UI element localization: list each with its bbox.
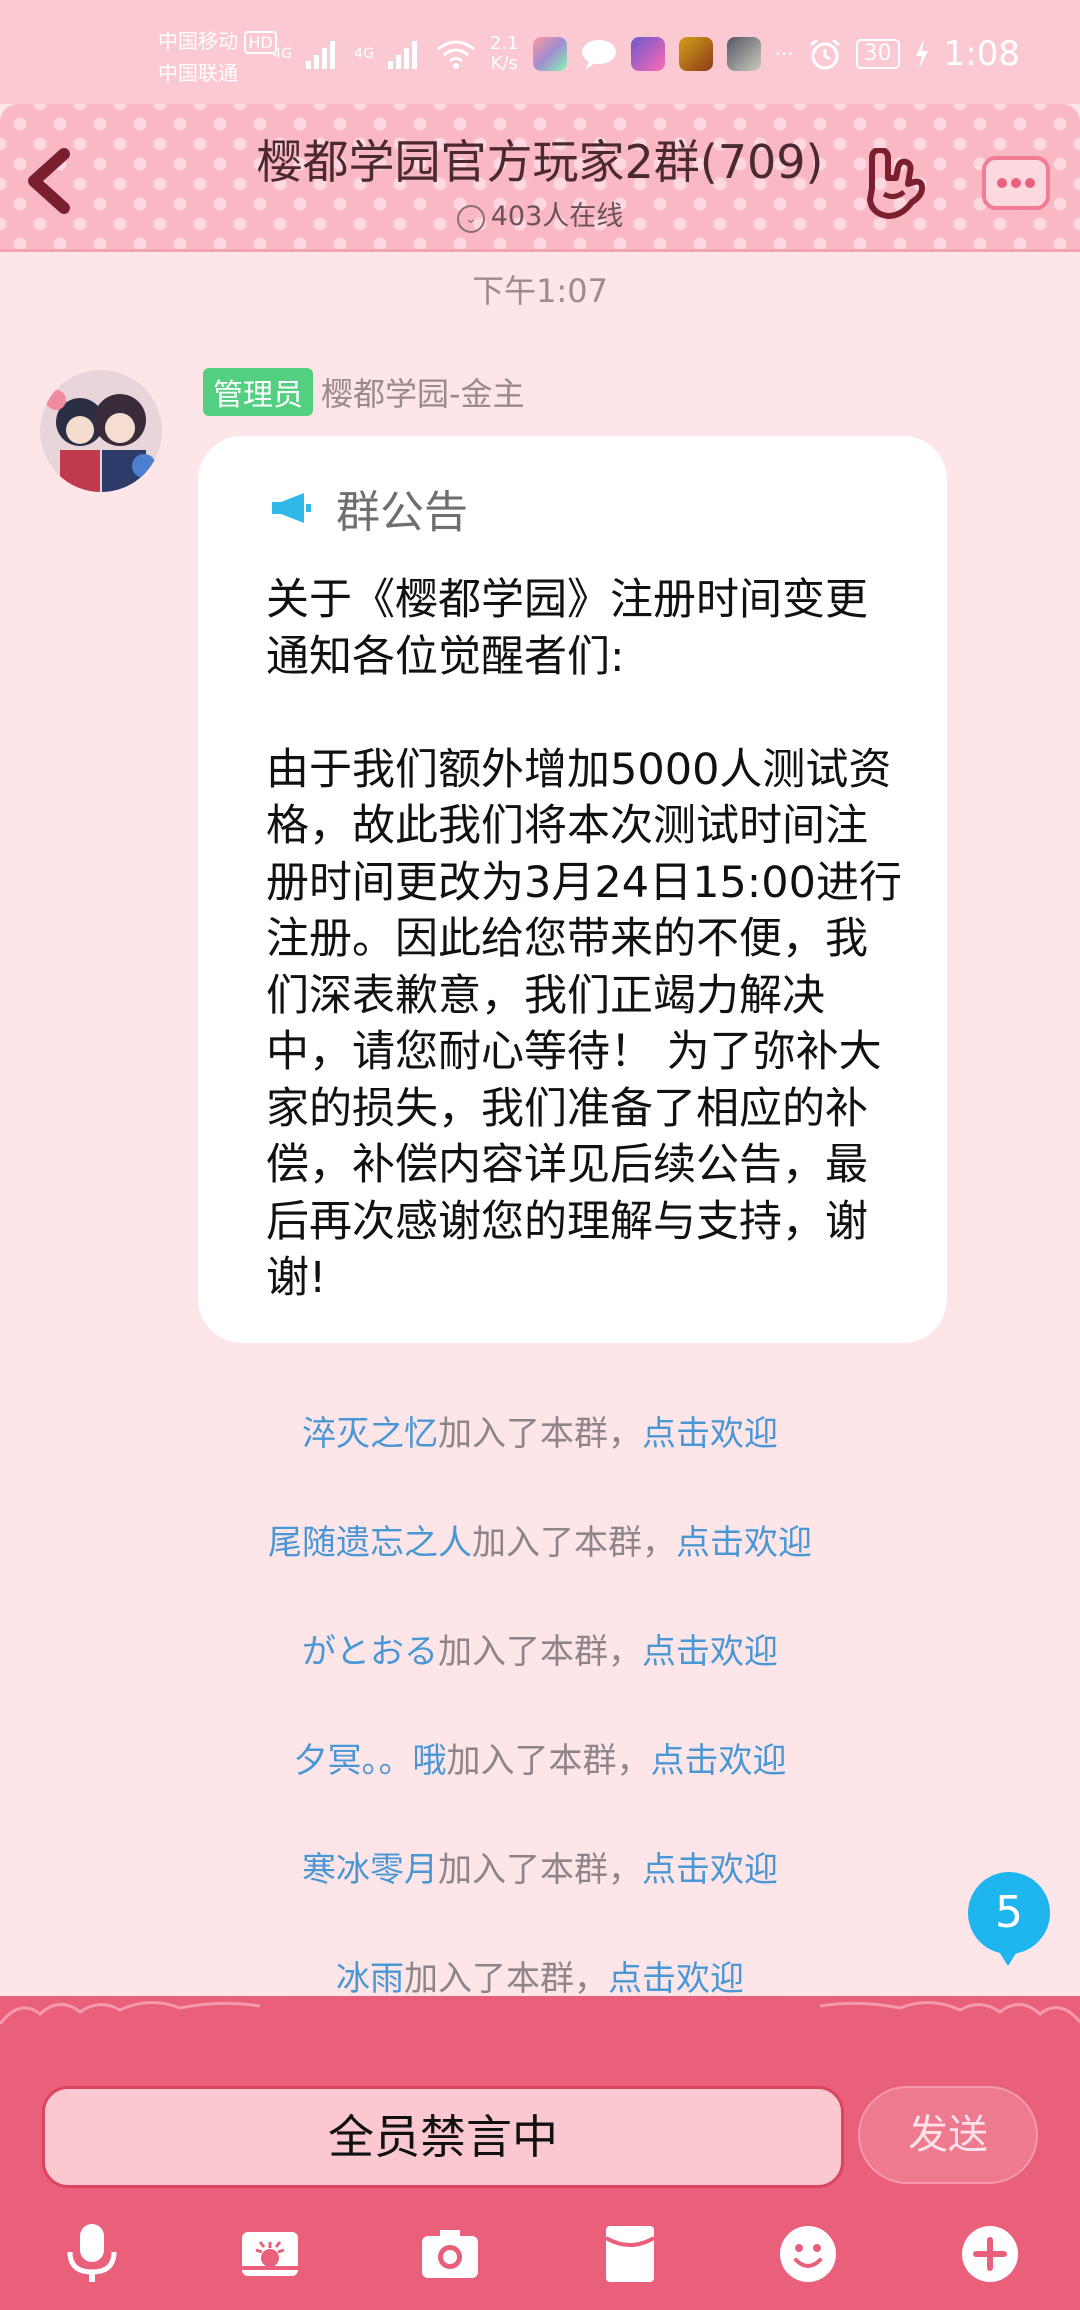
join-text: 加入了本群，	[472, 1523, 676, 1563]
join-notice: 淬灭之忆加入了本群，点击欢迎	[0, 1406, 1080, 1455]
new-member-name[interactable]: 尾随遗忘之人	[268, 1523, 472, 1563]
plus-icon[interactable]	[960, 2222, 1020, 2286]
signal-2-icon	[387, 41, 417, 69]
carrier-info: 中国移动 HD 中国联通	[158, 26, 277, 88]
join-text: 加入了本群，	[438, 1850, 642, 1890]
join-notice: 寒冰零月加入了本群，点击欢迎	[0, 1842, 1080, 1891]
unread-count-badge[interactable]: 5	[968, 1872, 1050, 1966]
game-app-3-icon	[726, 37, 761, 71]
emoji-icon[interactable]	[778, 2222, 838, 2286]
chat-bubble-icon	[581, 40, 616, 69]
game-app-1-icon	[630, 37, 665, 71]
camera-icon[interactable]	[420, 2222, 480, 2286]
carrier-2: 中国联通	[158, 61, 238, 85]
send-button[interactable]: 发送	[858, 2086, 1038, 2184]
net-speed: 2.1 K/s	[489, 33, 519, 74]
welcome-link[interactable]: 点击欢迎	[651, 1741, 787, 1781]
group-menu-icon[interactable]	[980, 152, 1052, 214]
battery-level: 30	[855, 39, 900, 69]
network-1-label: 4G	[272, 46, 293, 62]
cloud-border	[0, 1997, 1080, 2060]
sender-avatar[interactable]	[40, 370, 162, 492]
new-member-name[interactable]: 夕冥。。哦	[294, 1741, 447, 1781]
carrier-1: 中国移动	[158, 29, 238, 53]
sender-name[interactable]: 樱都学园-金主	[321, 369, 525, 415]
charging-icon	[915, 39, 928, 69]
chevron-down-icon: ⌄	[456, 205, 485, 233]
welcome-link[interactable]: 点击欢迎	[642, 1632, 778, 1672]
chat-header: 樱都学园官方玩家2群(709) ⌄ 403人在线	[0, 104, 1080, 252]
new-member-name[interactable]: がとおる	[302, 1632, 438, 1672]
wifi-icon	[437, 40, 475, 69]
join-notice: がとおる加入了本群，点击欢迎	[0, 1624, 1080, 1673]
status-icons: 4G 4G 2.1 K/s ··· 30 1:08	[272, 33, 1020, 75]
join-text: 加入了本群，	[446, 1741, 651, 1781]
join-text: 加入了本群，	[438, 1632, 642, 1672]
clock: 1:08	[943, 34, 1020, 74]
status-bar: 中国移动 HD 中国联通 4G 4G 2.1 K/s ··· 30 1:08	[0, 0, 1080, 104]
more-notifications: ···	[774, 42, 794, 66]
announcement-bubble[interactable]: 群公告 关于《樱都学园》注册时间变更通知各位觉醒者们: 由于我们额外增加5000…	[198, 436, 947, 1343]
sender-line: 管理员 樱都学园-金主	[203, 368, 525, 416]
announcement-header: 群公告	[270, 476, 468, 540]
app-notification-icon	[532, 37, 567, 71]
message-timestamp: 下午1:07	[472, 272, 608, 310]
join-notice: 夕冥。。哦加入了本群，点击欢迎	[0, 1733, 1080, 1782]
message-input[interactable]: 全员禁言中	[42, 2086, 844, 2188]
announcement-label: 群公告	[336, 487, 468, 538]
signal-1-icon	[306, 41, 336, 69]
image-icon[interactable]	[240, 2222, 300, 2286]
new-member-name[interactable]: 寒冰零月	[302, 1850, 438, 1890]
alarm-icon	[809, 38, 840, 70]
megaphone-icon	[272, 493, 311, 523]
red-packet-icon[interactable]	[600, 2222, 660, 2286]
welcome-link[interactable]: 点击欢迎	[642, 1850, 778, 1890]
welcome-link[interactable]: 点击欢迎	[676, 1523, 812, 1563]
welcome-link[interactable]: 点击欢迎	[642, 1414, 778, 1454]
announcement-text: 关于《樱都学园》注册时间变更通知各位觉醒者们: 由于我们额外增加5000人测试资…	[266, 575, 902, 1303]
new-member-name[interactable]: 淬灭之忆	[302, 1414, 438, 1454]
online-count-text: 403人在线	[490, 201, 624, 232]
admin-badge: 管理员	[203, 368, 313, 416]
join-text: 加入了本群，	[438, 1414, 642, 1454]
microphone-icon[interactable]	[62, 2222, 122, 2286]
network-2-label: 4G	[354, 46, 374, 62]
join-notice: 尾随遗忘之人加入了本群，点击欢迎	[0, 1515, 1080, 1564]
game-app-2-icon	[678, 37, 713, 71]
rock-hand-icon[interactable]	[860, 148, 930, 222]
